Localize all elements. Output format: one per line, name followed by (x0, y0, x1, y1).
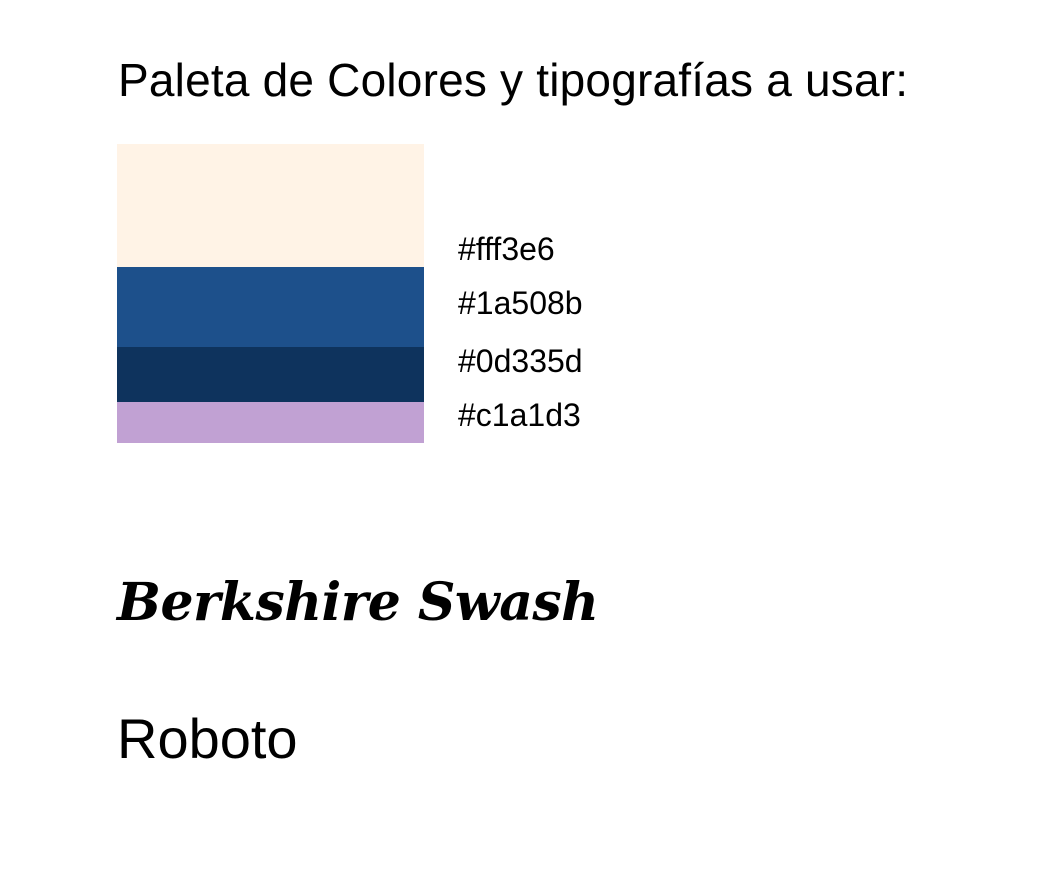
hex-label-blue: #1a508b (458, 285, 583, 321)
font-sample-berkshire-swash: Berkshire Swash (117, 572, 599, 633)
font-sample-roboto: Roboto (117, 707, 298, 770)
color-swatch-lilac (117, 402, 424, 443)
hex-label-cream: #fff3e6 (458, 231, 555, 267)
color-swatch-cream (117, 144, 424, 267)
hex-label-lilac: #c1a1d3 (458, 397, 581, 433)
color-swatch-blue (117, 267, 424, 347)
page-title: Paleta de Colores y tipografías a usar: (118, 54, 909, 106)
color-palette (117, 144, 424, 443)
color-swatch-navy (117, 347, 424, 402)
hex-label-navy: #0d335d (458, 343, 583, 379)
